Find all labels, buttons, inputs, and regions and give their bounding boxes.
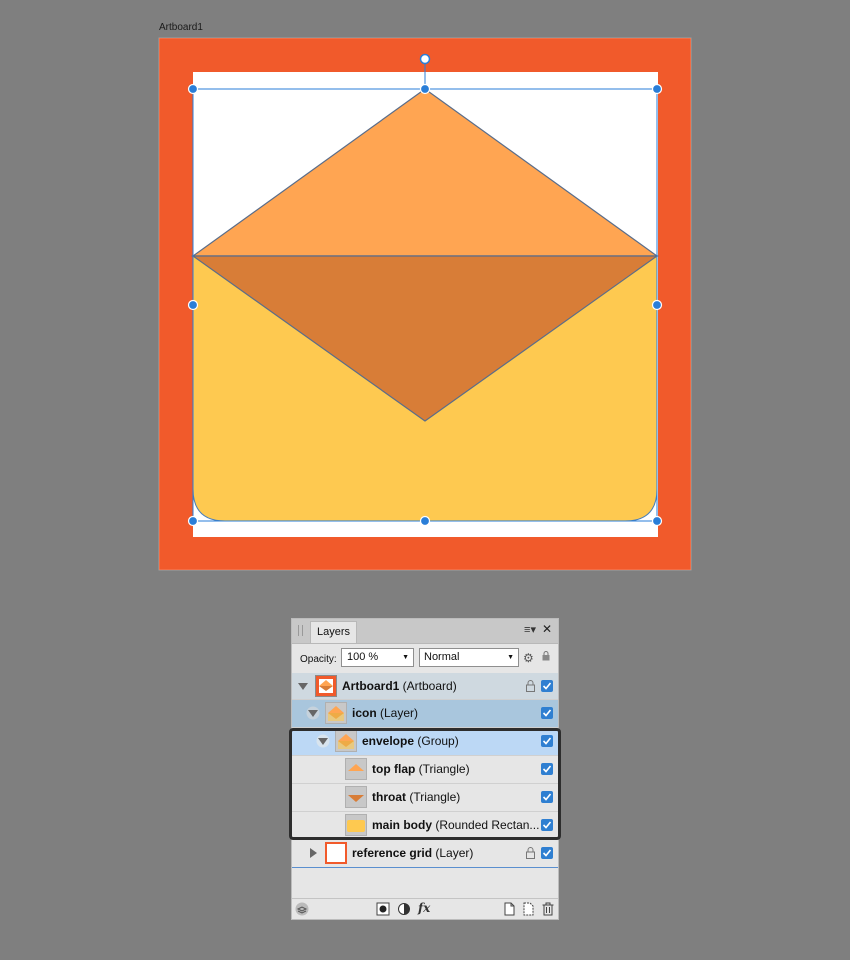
layers-panel: Layers ≡▾ ✕ Opacity: 100 % ▼ Normal ▼ ⚙ … [291,618,559,920]
rotation-handle[interactable] [419,53,431,65]
trash-icon[interactable] [541,902,555,916]
opacity-dropdown[interactable]: 100 % ▼ [341,648,414,667]
close-icon[interactable]: ✕ [542,622,552,636]
layer-name: top flap (Triangle) [372,762,470,776]
layer-row-top-flap[interactable]: top flap (Triangle) [292,756,558,784]
visibility-checkbox[interactable] [541,819,553,831]
layer-type: (Triangle) [406,790,461,804]
panel-tab-bar: Layers ≡▾ ✕ [292,619,558,644]
layer-type: (Group) [414,734,459,748]
lock-icon[interactable] [526,847,535,859]
layer-name-bold: icon [352,706,377,720]
triangle-thumbnail-icon [345,786,367,808]
handle-bottom-center [419,515,431,527]
layer-row-icon[interactable]: icon (Layer) [292,700,558,728]
layer-name-bold: Artboard1 [342,679,400,693]
artboard-thumbnail-icon [315,675,337,697]
opacity-label: Opacity: [300,654,337,665]
layer-row-envelope[interactable]: envelope (Group) [292,728,558,756]
visibility-checkbox[interactable] [541,763,553,775]
expand-arrow-icon[interactable] [306,706,320,720]
handle-middle-right [651,299,663,311]
layer-row-artboard1[interactable]: Artboard1 (Artboard) [292,673,558,700]
adjustment-icon[interactable] [397,902,411,916]
layer-name: throat (Triangle) [372,790,460,804]
handle-top-center [419,83,431,95]
group-thumbnail-icon [335,730,357,752]
handle-bottom-left [187,515,199,527]
layer-type: (Layer) [376,706,419,720]
blend-mode-value: Normal [424,651,460,663]
collapse-arrow-icon[interactable] [306,846,320,860]
opacity-value: 100 % [347,651,379,663]
layers-stack-icon[interactable] [295,902,309,916]
layer-name-bold: reference grid [352,846,433,860]
layer-type: (Layer) [432,846,474,860]
layer-name-bold: top flap [372,762,416,776]
mask-icon[interactable] [376,902,390,916]
chevron-down-icon: ▼ [402,654,409,661]
layer-type: (Artboard) [399,679,457,693]
handle-top-left [187,83,199,95]
rounded-rectangle-thumbnail-icon [345,814,367,836]
expand-arrow-icon[interactable] [316,734,330,748]
layer-name: reference grid (Layer) [352,846,473,860]
visibility-checkbox[interactable] [541,735,553,747]
drag-grip-icon[interactable] [298,625,303,636]
handle-top-right [651,83,663,95]
layer-name: Artboard1 (Artboard) [342,679,457,693]
fx-icon[interactable]: fx [418,901,430,915]
layer-type: (Triangle) [415,762,470,776]
layer-name: icon (Layer) [352,706,418,720]
new-pixel-layer-icon[interactable] [502,902,516,916]
gear-icon[interactable]: ⚙ [523,651,534,665]
visibility-checkbox[interactable] [541,680,553,692]
expand-arrow-icon[interactable] [296,679,310,693]
visibility-checkbox[interactable] [541,847,553,859]
layer-name: envelope (Group) [362,734,459,748]
canvas[interactable] [0,0,850,600]
triangle-thumbnail-icon [345,758,367,780]
layer-row-reference-grid[interactable]: reference grid (Layer) [292,840,558,868]
layer-name: main body (Rounded Rectan... [372,818,539,832]
layer-row-throat[interactable]: throat (Triangle) [292,784,558,812]
new-layer-icon[interactable] [521,902,535,916]
layer-name-bold: main body [372,818,433,832]
lock-icon[interactable] [542,651,550,661]
panel-footer: fx [292,898,558,919]
layer-thumbnail-icon [325,842,347,864]
layer-name-bold: envelope [362,734,415,748]
layer-thumbnail-icon [325,702,347,724]
tab-layers[interactable]: Layers [310,621,358,643]
lock-icon[interactable] [526,680,535,692]
chevron-down-icon: ▼ [507,654,514,661]
handle-bottom-right [651,515,663,527]
handle-middle-left [187,299,199,311]
panel-menu-icon[interactable]: ≡▾ [524,623,536,636]
layer-type: (Rounded Rectan... [432,818,540,832]
visibility-checkbox[interactable] [541,707,553,719]
visibility-checkbox[interactable] [541,791,553,803]
layer-name-bold: throat [372,790,406,804]
blend-mode-dropdown[interactable]: Normal ▼ [419,648,519,667]
layer-row-main-body[interactable]: main body (Rounded Rectan... [292,812,558,840]
opacity-row: Opacity: 100 % ▼ Normal ▼ ⚙ [292,645,558,673]
